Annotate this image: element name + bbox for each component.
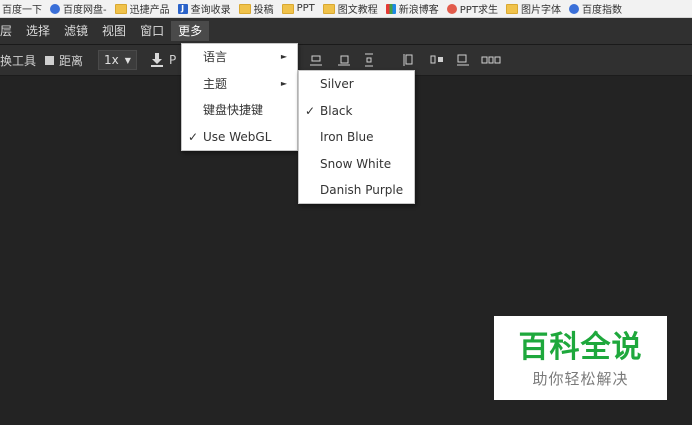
menu-layer[interactable]: 层 — [0, 21, 19, 41]
bookmark-sina[interactable]: 新浪博客 — [385, 1, 439, 16]
align-right-icon[interactable] — [456, 53, 470, 67]
theme-submenu: Silver ✓ Black Iron Blue Snow White Dani… — [298, 70, 415, 204]
bookmark-label: 图文教程 — [337, 5, 378, 16]
folder-icon — [322, 3, 335, 14]
menu-select[interactable]: 选择 — [19, 21, 57, 41]
cloud-icon — [50, 3, 60, 14]
submenu-arrow-icon: ► — [280, 78, 287, 88]
theme-label: Iron Blue — [320, 130, 374, 144]
theme-label: Silver — [320, 77, 354, 91]
export-button[interactable]: P — [150, 45, 176, 75]
bookmark-label: 投稿 — [253, 5, 274, 16]
bookmark-baidu-pan[interactable]: 百度网盘- — [50, 1, 107, 16]
more-menu-shortcuts[interactable]: 键盘快捷键 — [182, 97, 297, 124]
menu-item-label: 键盘快捷键 — [203, 103, 264, 117]
bookmark-label: 迅捷产品 — [129, 5, 170, 16]
check-icon: ✓ — [305, 103, 316, 118]
ppt-icon — [446, 3, 457, 14]
bookmark-tougao[interactable]: 投稿 — [238, 1, 274, 16]
menu-item-label: 语言 — [203, 50, 228, 64]
bookmark-xunjie[interactable]: 迅捷产品 — [114, 1, 170, 16]
align-left-icon[interactable] — [403, 53, 417, 67]
folder-icon — [238, 3, 251, 14]
bookmark-label: 查询收录 — [190, 5, 231, 16]
more-menu-theme[interactable]: 主题 ► — [182, 71, 297, 98]
submenu-arrow-icon: ► — [280, 52, 287, 61]
zoom-select[interactable]: 1x ▼ — [98, 50, 137, 70]
distance-label: 距离 — [59, 53, 84, 68]
watermark-title: 百科全说 — [518, 330, 643, 365]
distribute-vertical-icon[interactable] — [362, 53, 376, 67]
bookmark-tupian[interactable]: 图片字体 — [505, 1, 561, 16]
bookmark-label: 图片字体 — [520, 5, 561, 16]
caret-down-icon: ▼ — [124, 55, 131, 65]
watermark-subtitle: 助你轻松解决 — [532, 370, 629, 388]
more-menu: 语言 ► 主题 ► 键盘快捷键 ✓ Use WebGL — [181, 43, 298, 151]
distribute-horizontal-icon[interactable] — [481, 53, 501, 67]
bookmark-label: PPT求生 — [459, 5, 498, 16]
zoom-value: 1x — [104, 53, 119, 67]
bookmark-label: 百度一下 — [2, 5, 42, 16]
check-icon: ✓ — [188, 129, 199, 144]
bookmarks-bar: 百度一下 百度网盘- 迅捷产品 J 查询收录 投稿 PPT 图文教程 新浪博客 … — [0, 0, 692, 18]
bookmark-label: 百度网盘- — [63, 5, 107, 16]
theme-label: Danish Purple — [320, 183, 404, 197]
folder-icon — [281, 3, 294, 14]
menu-view[interactable]: 视图 — [95, 21, 133, 41]
watermark-logo: 百科全说 助你轻松解决 — [494, 316, 667, 400]
align-center-icon[interactable] — [430, 53, 444, 67]
align-bottom-icon[interactable] — [337, 53, 351, 67]
distance-option[interactable]: 距离 — [45, 45, 83, 75]
theme-snow-white[interactable]: Snow White — [299, 151, 414, 178]
export-label: P — [169, 53, 177, 67]
distance-checkbox[interactable] — [45, 55, 54, 65]
align-top-icon[interactable] — [309, 53, 323, 67]
folder-icon — [505, 3, 518, 14]
bookmark-baidu-index[interactable]: 百度指数 — [568, 1, 622, 16]
menu-item-label: 主题 — [203, 76, 228, 91]
more-menu-language[interactable]: 语言 ► — [182, 44, 297, 71]
theme-silver[interactable]: Silver — [299, 71, 414, 98]
bookmark-ppt[interactable]: PPT — [281, 3, 315, 14]
menu-bar: 层 选择 滤镜 视图 窗口 更多 — [0, 18, 692, 45]
download-icon — [151, 53, 163, 67]
menu-window[interactable]: 窗口 — [133, 21, 171, 41]
paw-icon — [568, 3, 579, 14]
theme-label: Snow White — [320, 156, 392, 171]
bookmark-tuwen[interactable]: 图文教程 — [322, 1, 378, 16]
theme-black[interactable]: ✓ Black — [299, 98, 414, 125]
folder-icon — [114, 3, 127, 14]
menu-filter[interactable]: 滤镜 — [57, 21, 95, 41]
bookmark-label: 新浪博客 — [398, 5, 439, 16]
colorful-icon — [385, 3, 396, 14]
menu-more[interactable]: 更多 — [171, 21, 210, 41]
j-icon: J — [177, 3, 188, 14]
theme-danish-purple[interactable]: Danish Purple — [299, 177, 414, 204]
bookmark-baidu[interactable]: 百度一下 — [2, 1, 42, 16]
menu-item-label: Use WebGL — [203, 129, 272, 144]
bookmark-label: 百度指数 — [581, 5, 622, 16]
tool-label: 换工具 — [0, 53, 37, 68]
bookmark-ppt-qiusheng[interactable]: PPT求生 — [446, 1, 498, 16]
theme-iron-blue[interactable]: Iron Blue — [299, 124, 414, 151]
more-menu-webgl[interactable]: ✓ Use WebGL — [182, 124, 297, 151]
bookmark-label: PPT — [296, 3, 315, 14]
theme-label: Black — [320, 103, 353, 118]
bookmark-chaxun[interactable]: J 查询收录 — [177, 1, 231, 16]
